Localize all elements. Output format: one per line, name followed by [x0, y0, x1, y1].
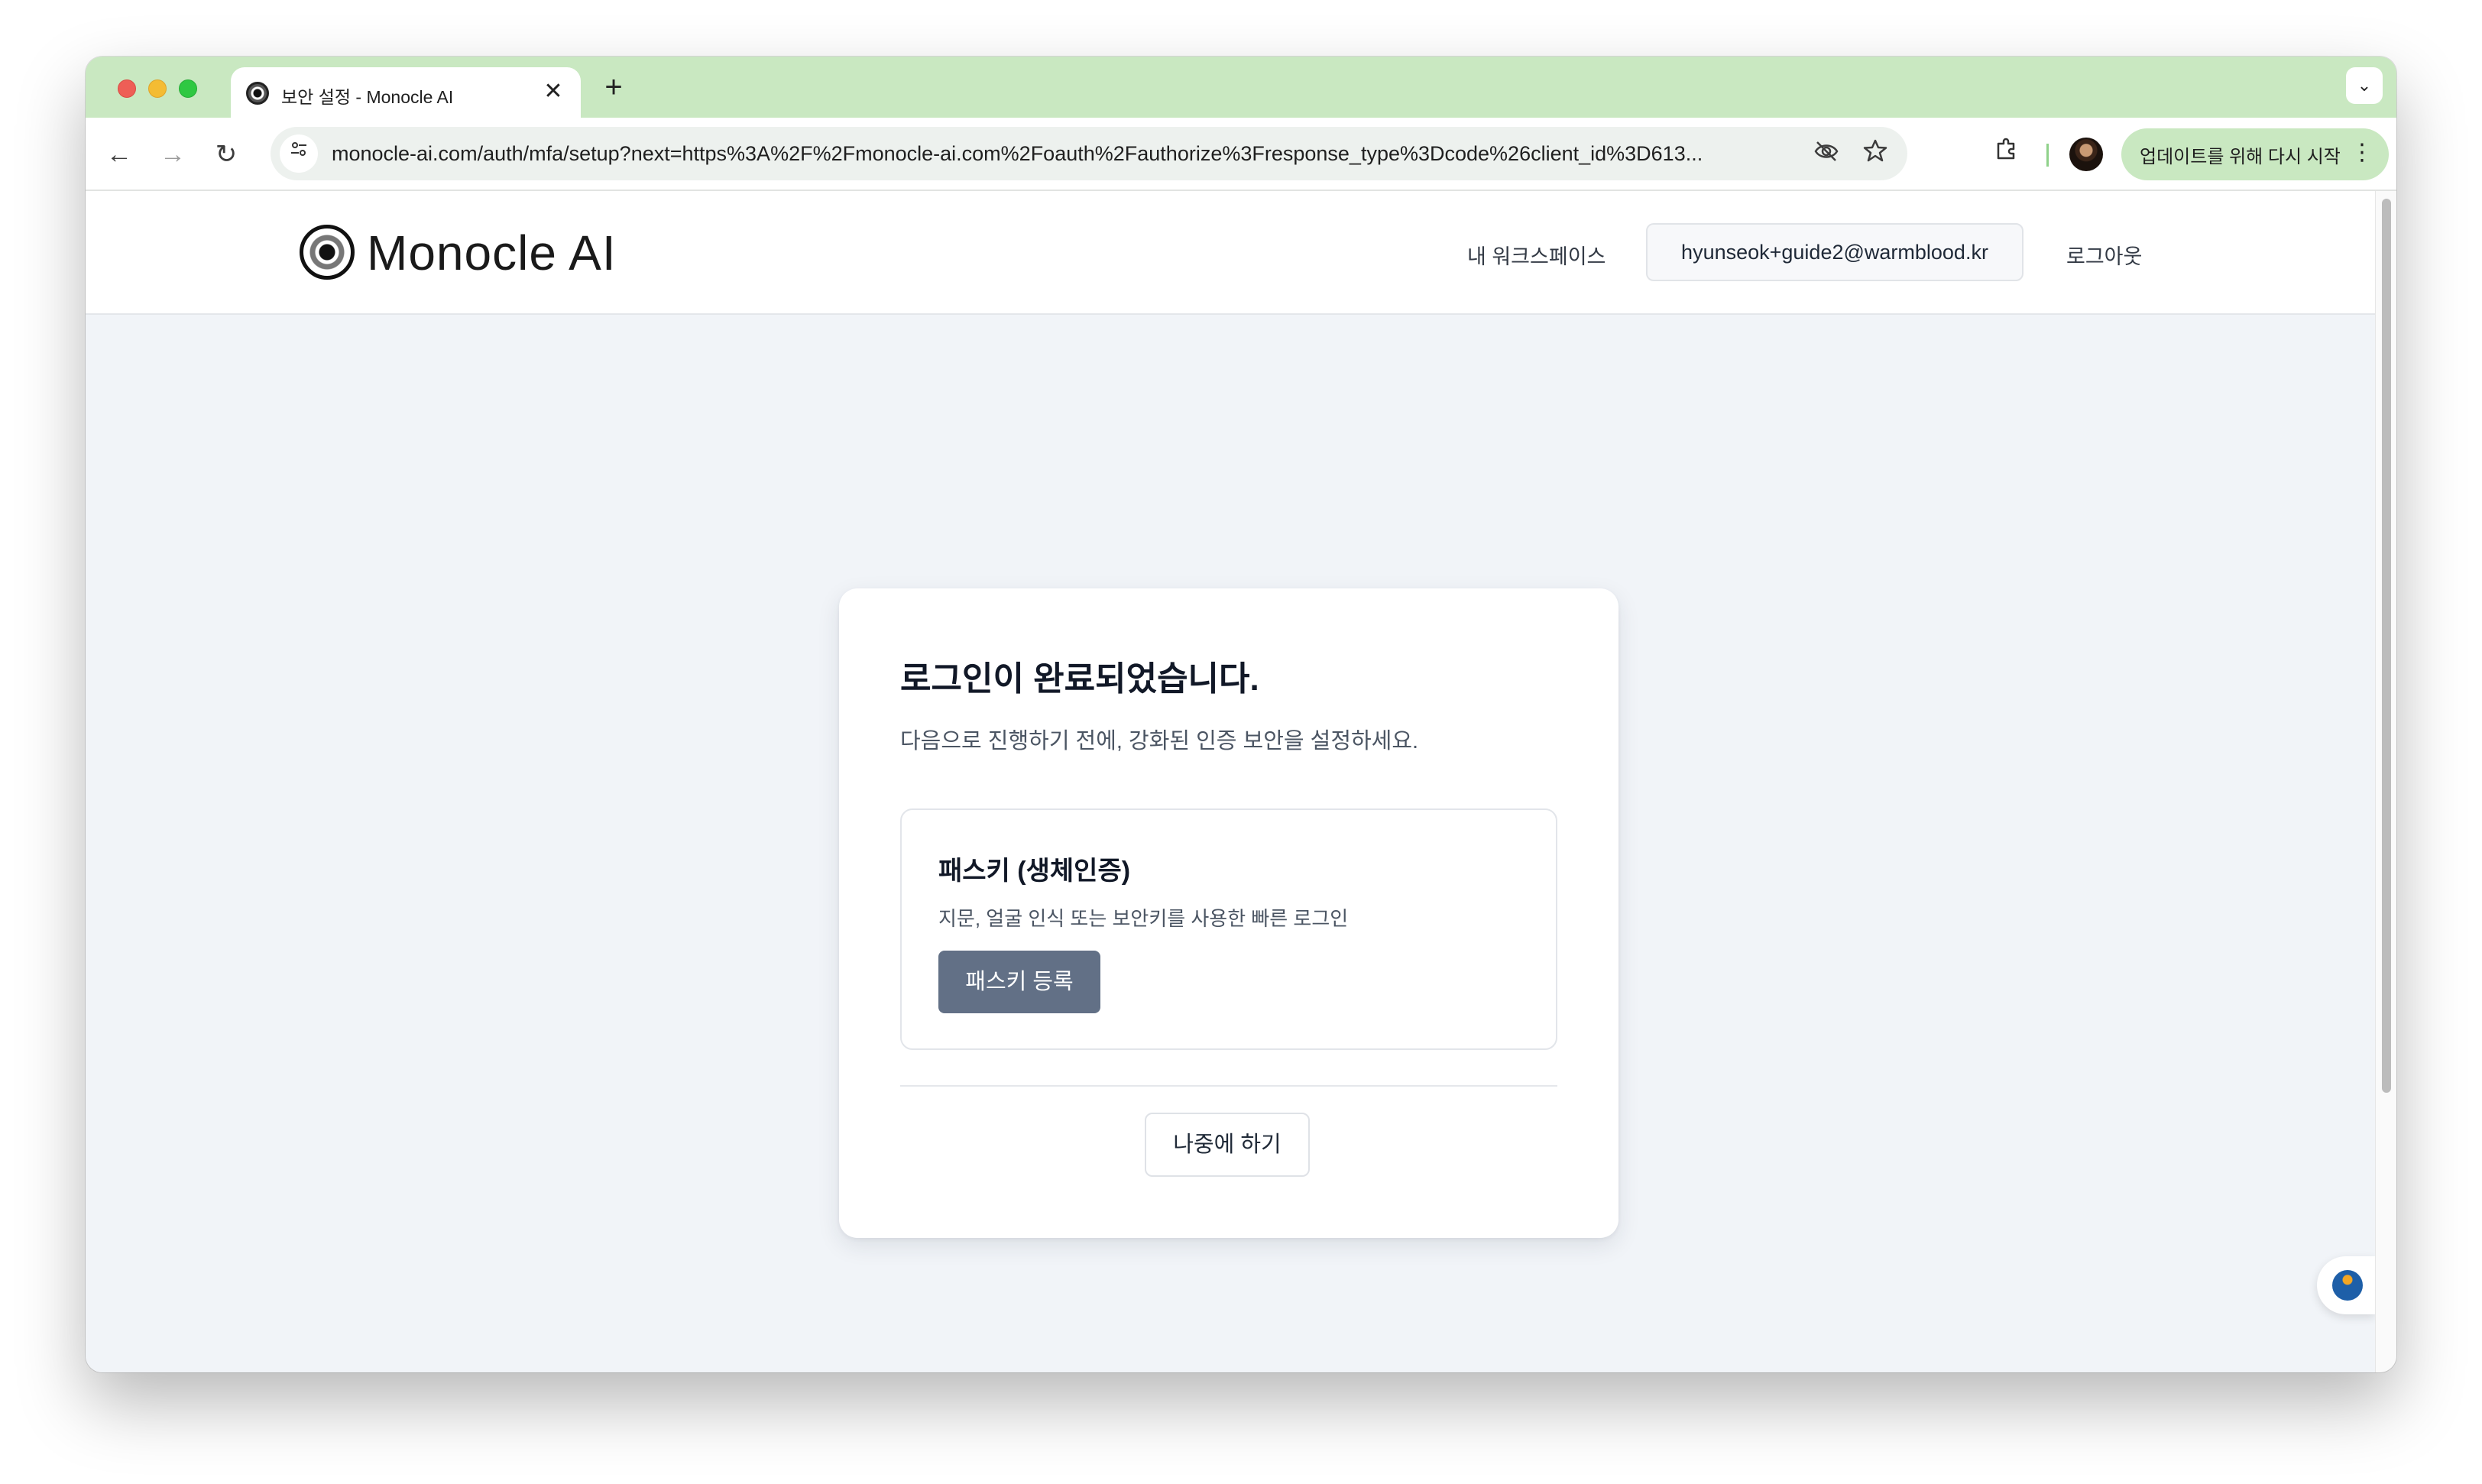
help-widget-button[interactable] — [2317, 1256, 2375, 1314]
toolbar-divider — [2046, 144, 2049, 167]
monocle-logo-icon[interactable] — [300, 225, 355, 280]
page-content: Monocle AI 내 워크스페이스 hyunseok+guide2@warm… — [86, 191, 2375, 1372]
register-passkey-button[interactable]: 패스키 등록 — [938, 951, 1100, 1013]
page-title: 로그인이 완료되었습니다. — [900, 660, 1259, 698]
logo-text[interactable]: Monocle AI — [367, 225, 617, 281]
puzzle-icon[interactable] — [1988, 136, 2025, 173]
monocle-favicon-icon — [246, 82, 269, 105]
user-email-chip[interactable]: hyunseok+guide2@warmblood.kr — [1646, 223, 2024, 281]
more-menu-icon[interactable]: ⋮ — [2351, 139, 2373, 166]
mfa-setup-card: 로그인이 완료되었습니다. 다음으로 진행하기 전에, 강화된 인증 보안을 설… — [839, 588, 1618, 1238]
browser-window: 보안 설정 - Monocle AI ✕ + ⌄ ← → ↻ monocle-a… — [86, 57, 2396, 1372]
nav-logout[interactable]: 로그아웃 — [2066, 240, 2142, 270]
page-scrollbar[interactable] — [2375, 191, 2396, 1372]
relaunch-update-button[interactable]: 업데이트를 위해 다시 시작 ⋮ — [2121, 128, 2389, 180]
passkey-method-box: 패스키 (생체인증) 지문, 얼굴 인식 또는 보안키를 사용한 빠른 로그인 … — [900, 808, 1557, 1050]
tab-strip: 보안 설정 - Monocle AI ✕ + ⌄ — [86, 57, 2396, 118]
back-button[interactable]: ← — [98, 133, 141, 176]
reload-button[interactable]: ↻ — [205, 133, 248, 176]
help-person-icon — [2332, 1270, 2363, 1301]
passkey-title: 패스키 (생체인증) — [938, 857, 1131, 886]
tab-active[interactable]: 보안 설정 - Monocle AI ✕ — [231, 67, 581, 118]
site-header: Monocle AI 내 워크스페이스 hyunseok+guide2@warm… — [86, 191, 2375, 315]
tune-icon[interactable] — [280, 134, 318, 173]
skip-later-button[interactable]: 나중에 하기 — [1145, 1113, 1310, 1177]
profile-avatar[interactable] — [2069, 138, 2103, 171]
maximize-window-button[interactable] — [179, 79, 197, 98]
update-label: 업데이트를 위해 다시 시작 — [2140, 146, 2341, 167]
star-icon[interactable] — [1860, 138, 1891, 169]
close-window-button[interactable] — [118, 79, 136, 98]
nav-my-workspace[interactable]: 내 워크스페이스 — [1467, 240, 1606, 270]
minimize-window-button[interactable] — [148, 79, 167, 98]
eye-off-icon[interactable] — [1811, 138, 1842, 169]
scrollbar-thumb[interactable] — [2382, 199, 2391, 1093]
divider — [900, 1085, 1557, 1087]
page-subtitle: 다음으로 진행하기 전에, 강화된 인증 보안을 설정하세요. — [900, 729, 1419, 753]
passkey-description: 지문, 얼굴 인식 또는 보안키를 사용한 빠른 로그인 — [938, 907, 1349, 930]
browser-toolbar: ← → ↻ monocle-ai.com/auth/mfa/setup?next… — [86, 118, 2396, 191]
address-bar[interactable]: monocle-ai.com/auth/mfa/setup?next=https… — [271, 127, 1907, 180]
tab-search-button[interactable]: ⌄ — [2346, 67, 2383, 104]
tab-close-icon[interactable]: ✕ — [539, 78, 567, 105]
tab-title: 보안 설정 - Monocle AI — [281, 87, 454, 107]
forward-button[interactable]: → — [151, 133, 194, 176]
url-text[interactable]: monocle-ai.com/auth/mfa/setup?next=https… — [332, 142, 1822, 166]
new-tab-button[interactable]: + — [596, 70, 631, 105]
